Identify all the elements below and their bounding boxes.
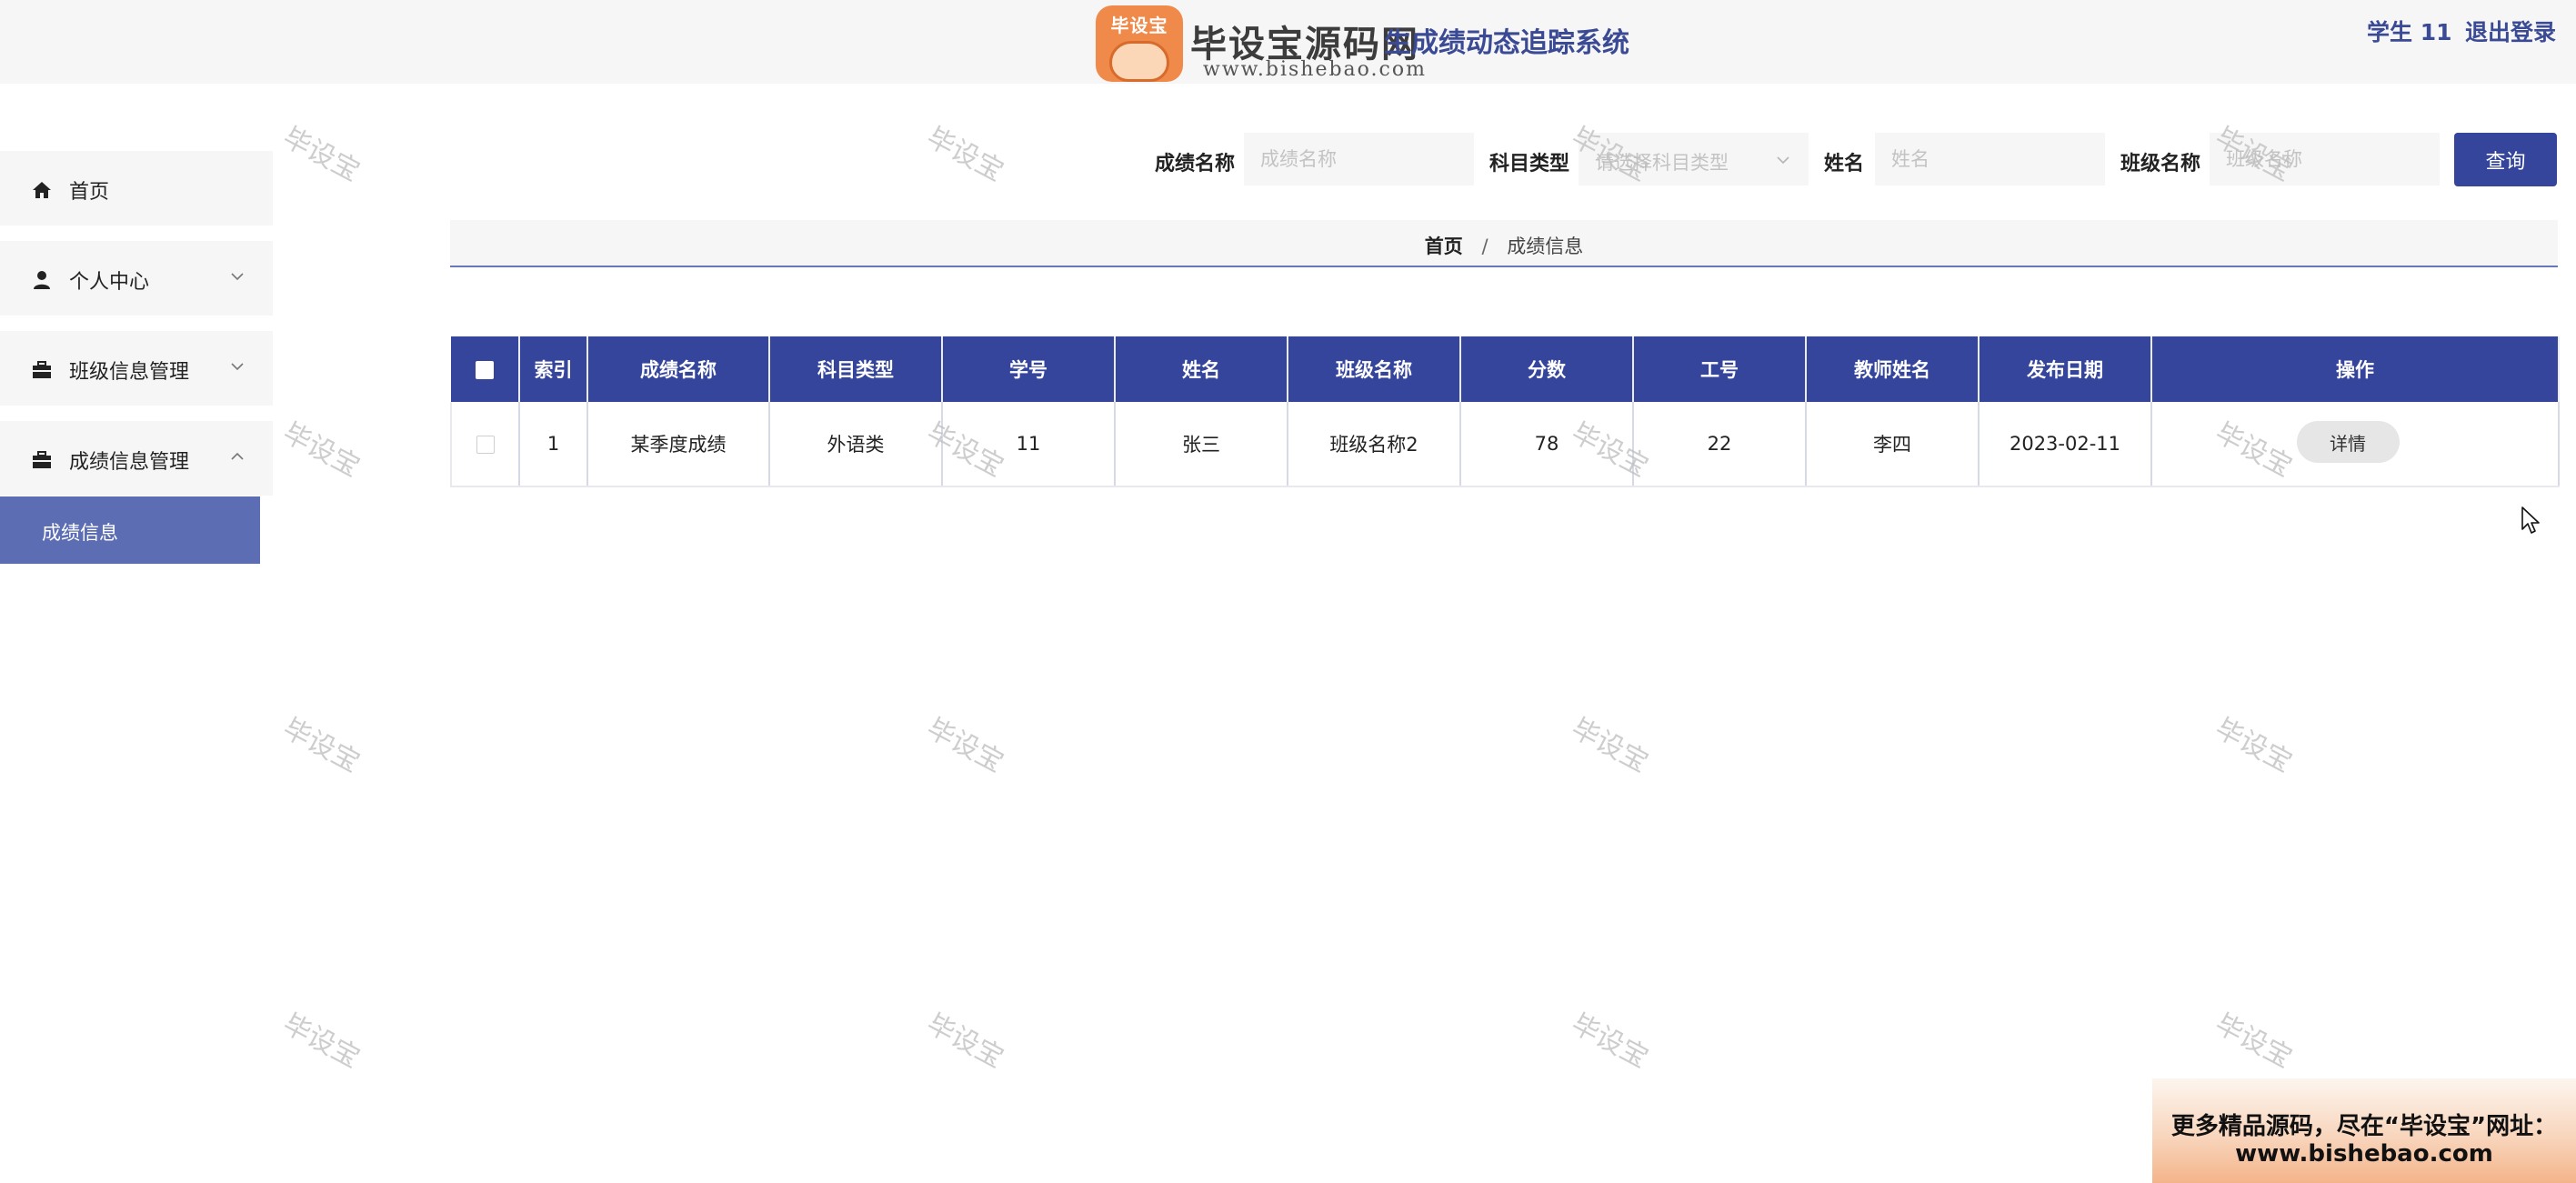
ad-banner-url: www.bishebao.com	[2235, 1140, 2493, 1168]
sidebar-subitem-score-info[interactable]: 成绩信息	[0, 496, 260, 564]
current-user-name: 学生 11	[2367, 19, 2452, 45]
column-header-staff-no: 工号	[1633, 336, 1807, 402]
name-input[interactable]	[1875, 133, 2105, 185]
subject-type-placeholder: 请选择科目类型	[1595, 152, 1729, 174]
watermark: 毕设宝	[921, 712, 1009, 779]
cell-actions: 详情	[2151, 402, 2560, 487]
table-row: 1 某季度成绩 外语类 11 张三 班级名称2 78 22 李四 2023-02…	[450, 402, 2560, 487]
chevron-down-icon	[231, 363, 244, 371]
cell-score-name: 某季度成绩	[587, 402, 770, 487]
column-header-publish-date: 发布日期	[1979, 336, 2152, 402]
select-all-checkbox[interactable]	[451, 336, 520, 402]
column-header-class-name: 班级名称	[1288, 336, 1461, 402]
column-header-student-no: 学号	[942, 336, 1116, 402]
column-header-score-name: 成绩名称	[587, 336, 770, 402]
column-header-student-name: 姓名	[1115, 336, 1288, 402]
class-name-input[interactable]	[2210, 133, 2440, 185]
watermark: 毕设宝	[1566, 1008, 1654, 1075]
logo-mascot-icon	[1109, 41, 1169, 82]
column-header-actions: 操作	[2151, 336, 2560, 402]
column-header-score: 分数	[1460, 336, 1634, 402]
logo-url: www.bishebao.com	[1203, 58, 1427, 81]
row-checkbox[interactable]	[450, 402, 520, 487]
chevron-up-icon	[231, 452, 244, 460]
sidebar-item-score-management[interactable]: 成绩信息管理	[0, 421, 273, 496]
breadcrumb-separator: /	[1481, 236, 1488, 257]
briefcase-icon	[33, 361, 51, 378]
ad-banner-text: 更多精品源码，尽在“毕设宝”网址：	[2170, 1113, 2558, 1140]
sidebar-subitem-label: 成绩信息	[42, 522, 118, 544]
column-header-teacher-name: 教师姓名	[1806, 336, 1980, 402]
watermark: 毕设宝	[277, 1008, 366, 1075]
watermark: 毕设宝	[921, 1008, 1009, 1075]
sidebar-item-label: 班级信息管理	[69, 361, 190, 384]
system-title: 生成绩动态追踪系统	[1384, 27, 1629, 59]
watermark: 毕设宝	[277, 712, 366, 779]
table-header-row: 索引 成绩名称 科目类型 学号 姓名 班级名称 分数 工号 教师姓名 发布日期 …	[451, 336, 2560, 402]
user-area: 学生 11 退出登录	[2367, 15, 2576, 45]
cell-index: 1	[519, 402, 588, 487]
cell-student-name: 张三	[1115, 402, 1288, 487]
cell-student-no: 11	[942, 402, 1116, 487]
query-button[interactable]: 查询	[2454, 133, 2557, 186]
watermark: 毕设宝	[277, 121, 366, 188]
cell-teacher-name: 李四	[1806, 402, 1980, 487]
user-icon	[34, 271, 50, 289]
mouse-pointer-icon	[2521, 506, 2540, 534]
cell-subject-type: 外语类	[769, 402, 943, 487]
top-header: 毕设宝 毕设宝源码网 www.bishebao.com 生成绩动态追踪系统 学生…	[0, 0, 2576, 84]
cell-class-name: 班级名称2	[1288, 402, 1461, 487]
logo-badge: 毕设宝	[1096, 5, 1183, 82]
score-name-input[interactable]	[1244, 133, 1474, 185]
column-header-subject-type: 科目类型	[769, 336, 943, 402]
cell-publish-date: 2023-02-11	[1979, 402, 2152, 487]
cell-staff-no: 22	[1633, 402, 1807, 487]
score-name-label: 成绩名称	[1155, 153, 1236, 175]
cell-score: 78	[1460, 402, 1634, 487]
class-name-label: 班级名称	[2120, 153, 2201, 175]
watermark: 毕设宝	[1566, 712, 1654, 779]
logo-badge-text: 毕设宝	[1110, 15, 1168, 36]
breadcrumb-home[interactable]: 首页	[1425, 236, 1463, 257]
briefcase-icon	[33, 451, 51, 468]
subject-type-select[interactable]: 请选择科目类型	[1579, 133, 1809, 185]
watermark: 毕设宝	[921, 121, 1009, 188]
name-label: 姓名	[1824, 153, 1865, 175]
sidebar-item-home[interactable]: 首页	[0, 151, 273, 226]
sidebar-item-label: 成绩信息管理	[69, 451, 190, 474]
score-table: 索引 成绩名称 科目类型 学号 姓名 班级名称 分数 工号 教师姓名 发布日期 …	[450, 336, 2560, 487]
subject-type-label: 科目类型	[1489, 153, 1570, 175]
breadcrumb: 首页 / 成绩信息	[450, 220, 2558, 267]
ad-banner[interactable]: 更多精品源码，尽在“毕设宝”网址： www.bishebao.com	[2152, 1078, 2576, 1183]
sidebar-item-label: 首页	[69, 181, 110, 204]
sidebar-item-label: 个人中心	[69, 271, 150, 294]
sidebar-item-class-management[interactable]: 班级信息管理	[0, 331, 273, 406]
chevron-down-icon	[1777, 156, 1789, 165]
sidebar-item-personal-center[interactable]: 个人中心	[0, 241, 273, 316]
watermark: 毕设宝	[277, 416, 366, 484]
watermark: 毕设宝	[2210, 1008, 2298, 1075]
column-header-index: 索引	[519, 336, 588, 402]
home-icon	[33, 182, 51, 198]
chevron-down-icon	[231, 273, 244, 281]
watermark: 毕设宝	[2210, 712, 2298, 779]
detail-button[interactable]: 详情	[2296, 421, 2400, 463]
logout-link[interactable]: 退出登录	[2465, 15, 2556, 47]
breadcrumb-current: 成绩信息	[1507, 236, 1584, 257]
